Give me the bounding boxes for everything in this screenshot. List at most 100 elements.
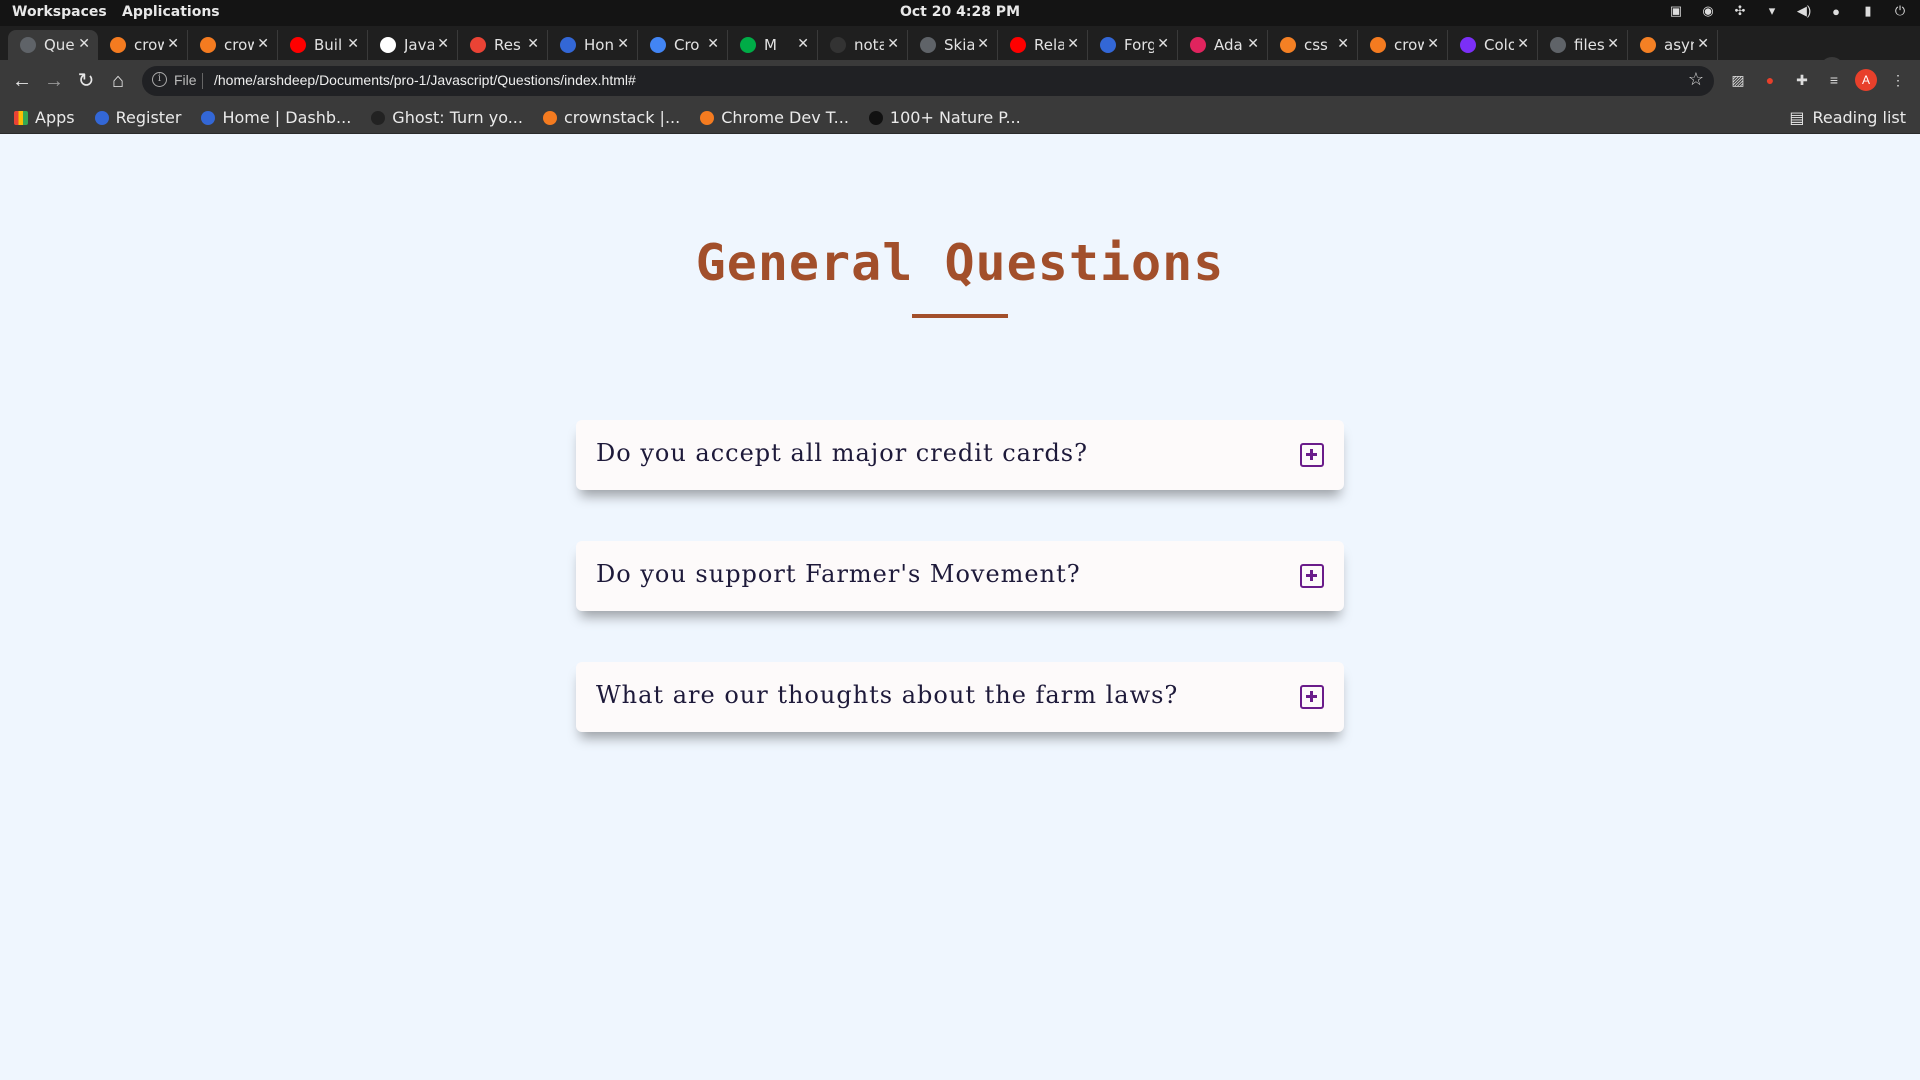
- screen-icon[interactable]: ▣: [1668, 3, 1684, 19]
- slack-icon[interactable]: ✣: [1732, 3, 1748, 19]
- tab-close-icon[interactable]: ✕: [977, 36, 989, 52]
- microphone-icon[interactable]: ●: [1828, 3, 1844, 19]
- tab-close-icon[interactable]: ✕: [437, 36, 449, 52]
- tab-title: Rela: [1034, 36, 1064, 54]
- home-button[interactable]: ⌂: [105, 68, 131, 94]
- back-button[interactable]: ←: [9, 68, 35, 94]
- browser-tab[interactable]: crow ✕: [98, 30, 188, 60]
- apps-grid-icon: [14, 110, 28, 125]
- wifi-icon[interactable]: ▾: [1764, 3, 1780, 19]
- browser-tab[interactable]: M ✕: [728, 30, 818, 60]
- browser-tab[interactable]: asyn✕: [1628, 30, 1718, 60]
- browser-tab[interactable]: Hon ✕: [548, 30, 638, 60]
- browser-tab[interactable]: Buil ✕: [278, 30, 368, 60]
- ghost-icon: [371, 110, 386, 125]
- bookmark-item[interactable]: crownstack |...: [542, 108, 680, 127]
- crownstack-icon: [1370, 37, 1386, 53]
- globe-icon: [20, 37, 36, 53]
- bookmark-item[interactable]: Home | Dashb...: [201, 108, 351, 127]
- browser-tab[interactable]: Colo ✕: [1448, 30, 1538, 60]
- reading-list-button[interactable]: ▤ Reading list: [1789, 108, 1906, 127]
- address-bar[interactable]: i File /home/arshdeep/Documents/pro-1/Ja…: [142, 66, 1714, 96]
- tab-close-icon[interactable]: ✕: [1247, 36, 1259, 52]
- tab-close-icon[interactable]: ✕: [797, 36, 809, 52]
- browser-tab[interactable]: Java ✕: [368, 30, 458, 60]
- tab-close-icon[interactable]: ✕: [1517, 36, 1529, 52]
- tab-close-icon[interactable]: ✕: [78, 36, 90, 52]
- faq-item[interactable]: What are our thoughts about the farm law…: [576, 662, 1344, 732]
- expand-plus-icon[interactable]: [1300, 443, 1324, 467]
- tab-title: Res: [494, 36, 521, 54]
- bookmark-item[interactable]: Register: [94, 108, 182, 127]
- bookmark-item[interactable]: Apps: [14, 108, 75, 127]
- site-info-icon[interactable]: i: [152, 72, 167, 87]
- forward-button[interactable]: →: [41, 68, 67, 94]
- faq-item[interactable]: Do you accept all major credit cards?: [576, 420, 1344, 490]
- profile-avatar[interactable]: A: [1855, 69, 1877, 91]
- c-icon: [1460, 37, 1476, 53]
- tab-title: Que: [44, 36, 74, 54]
- bookmark-star-icon[interactable]: ☆: [1688, 69, 1704, 90]
- tab-close-icon[interactable]: ✕: [1427, 36, 1439, 52]
- bookmark-label: Home | Dashb...: [222, 108, 352, 127]
- url-text[interactable]: /home/arshdeep/Documents/pro-1/Javascrip…: [214, 72, 636, 88]
- power-icon[interactable]: ⏻: [1892, 3, 1908, 19]
- bookmark-label: Register: [115, 108, 182, 127]
- youtube-icon: [290, 37, 306, 53]
- tab-close-icon[interactable]: ✕: [347, 36, 359, 52]
- tab-close-icon[interactable]: ✕: [1697, 36, 1709, 52]
- expand-plus-icon[interactable]: [1300, 685, 1324, 709]
- tab-close-icon[interactable]: ✕: [707, 36, 719, 52]
- tab-close-icon[interactable]: ✕: [257, 36, 269, 52]
- tab-title: Cro: [674, 36, 700, 54]
- bookmark-item[interactable]: 100+ Nature P...: [868, 108, 1021, 127]
- browser-tab[interactable]: files ✕: [1538, 30, 1628, 60]
- page-content: General Questions Do you accept all majo…: [0, 134, 1920, 1080]
- globe-icon: [920, 37, 936, 53]
- download-icon: [380, 37, 396, 53]
- faq-item[interactable]: Do you support Farmer's Movement?: [576, 541, 1344, 611]
- tab-title: files: [1574, 36, 1604, 54]
- expand-plus-icon[interactable]: [1300, 564, 1324, 588]
- crownstack-icon: [110, 37, 126, 53]
- tab-close-icon[interactable]: ✕: [167, 36, 179, 52]
- tab-title: css: [1304, 36, 1328, 54]
- browser-tab[interactable]: Que ✕: [8, 30, 98, 60]
- app-indicator-icon[interactable]: ◉: [1700, 3, 1716, 19]
- volume-icon[interactable]: ◀): [1796, 3, 1812, 19]
- browser-tab[interactable]: Res ✕: [458, 30, 548, 60]
- bookmark-item[interactable]: Ghost: Turn yo...: [371, 108, 523, 127]
- browser-tab[interactable]: Cro ✕: [638, 30, 728, 60]
- extension-icon[interactable]: ▨: [1728, 70, 1748, 90]
- tab-close-icon[interactable]: ✕: [887, 36, 899, 52]
- battery-icon[interactable]: ▮: [1860, 3, 1876, 19]
- browser-tab[interactable]: Rela ✕: [998, 30, 1088, 60]
- title-underline: [912, 314, 1008, 318]
- bookmark-item[interactable]: Chrome Dev T...: [700, 108, 849, 127]
- browser-tab[interactable]: Ada ✕: [1178, 30, 1268, 60]
- browser-tab[interactable]: nota ✕: [818, 30, 908, 60]
- tab-close-icon[interactable]: ✕: [1157, 36, 1169, 52]
- k-icon: [201, 110, 216, 125]
- extension-red-icon[interactable]: ●: [1760, 70, 1780, 90]
- tab-title: Forg: [1124, 36, 1154, 54]
- browser-tab[interactable]: crow ✕: [1358, 30, 1448, 60]
- tab-close-icon[interactable]: ✕: [1337, 36, 1349, 52]
- extensions-puzzle-icon[interactable]: ✚: [1792, 70, 1812, 90]
- browser-tab[interactable]: css ✕: [1268, 30, 1358, 60]
- clock[interactable]: Oct 20 4:28 PM: [0, 4, 1920, 20]
- tab-close-icon[interactable]: ✕: [617, 36, 629, 52]
- tab-close-icon[interactable]: ✕: [1607, 36, 1619, 52]
- scheme-label: File: [174, 72, 197, 88]
- browser-tab[interactable]: Skia ✕: [908, 30, 998, 60]
- media-control-icon[interactable]: ≡: [1824, 70, 1844, 90]
- calendar-icon: [650, 37, 666, 53]
- bookmarks-bar: Apps Register Home | Dashb... Ghost: Turn y…: [0, 102, 1920, 134]
- tab-close-icon[interactable]: ✕: [1067, 36, 1079, 52]
- browser-tab[interactable]: crow ✕: [188, 30, 278, 60]
- menu-kebab-icon[interactable]: ⋮: [1888, 70, 1908, 90]
- reload-button[interactable]: ↻: [73, 68, 99, 94]
- browser-tab[interactable]: Forg ✕: [1088, 30, 1178, 60]
- tab-title: asyn: [1664, 36, 1694, 54]
- tab-close-icon[interactable]: ✕: [527, 36, 539, 52]
